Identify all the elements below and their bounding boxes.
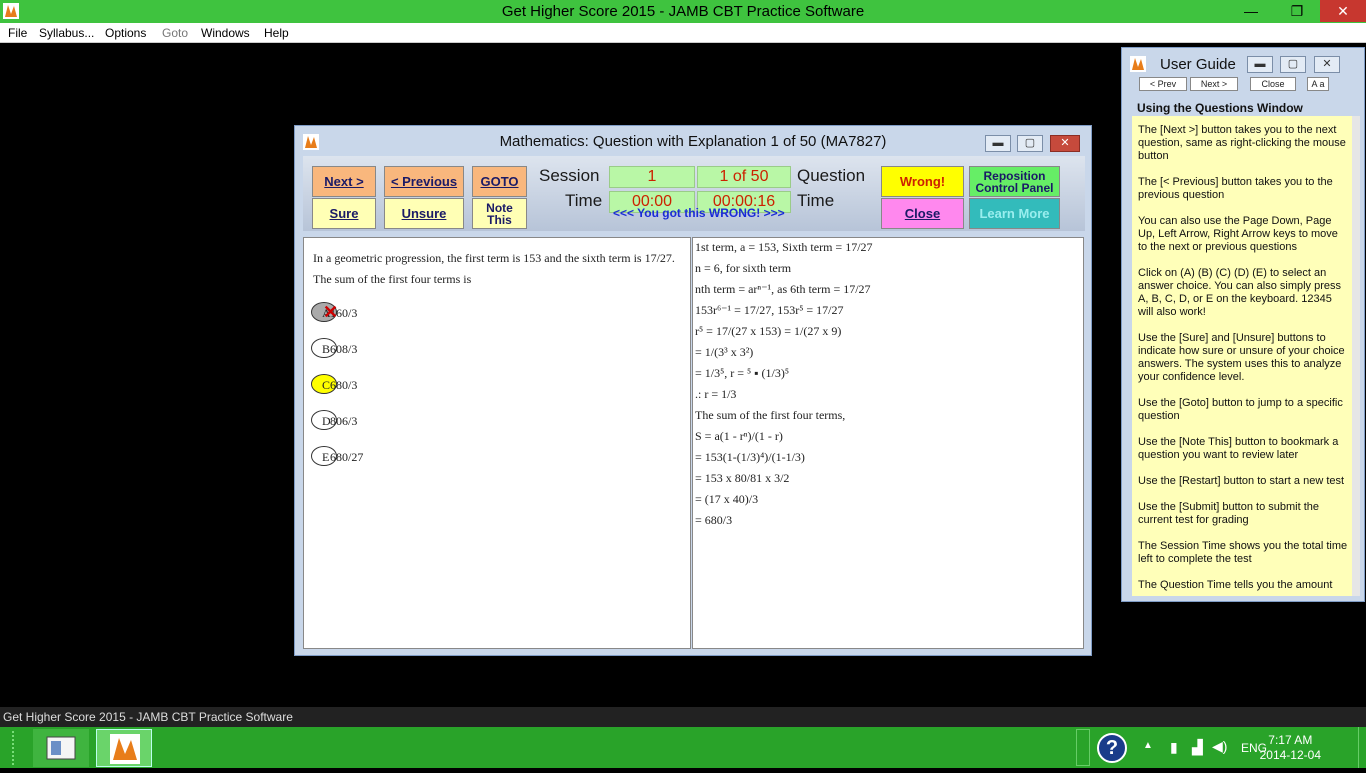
session-time-label: Time: [565, 191, 603, 210]
battery-icon[interactable]: ▮: [1170, 739, 1178, 756]
option-c[interactable]: C 680/3: [311, 374, 357, 394]
guide-paragraph: You can also use the Page Down, Page Up,…: [1138, 215, 1338, 253]
question-pane: In a geometric progression, the first te…: [303, 237, 691, 649]
restore-button[interactable]: ❐: [1274, 0, 1320, 22]
explanation-line: .: r = 1/3: [695, 387, 737, 401]
clock[interactable]: 7:17 AM 2014-12-04: [1260, 733, 1321, 763]
explanation-line: = 680/3: [695, 513, 733, 527]
learn-more-button[interactable]: Learn More: [969, 198, 1060, 229]
close-button[interactable]: Close: [881, 198, 964, 229]
volume-icon[interactable]: ◀): [1212, 738, 1227, 755]
menu-options[interactable]: Options: [105, 26, 146, 40]
explanation-line: r⁵ = 17/(27 x 153) = 1/(27 x 9): [695, 324, 842, 338]
menu-file[interactable]: File: [8, 26, 27, 40]
taskbar-grip-icon: [12, 731, 20, 765]
explanation-line: = 153(1-(1/3)⁴)/(1-1/3): [695, 450, 805, 464]
question-label: Question: [797, 166, 866, 185]
reposition-control-panel-button[interactable]: Reposition Control Panel: [969, 166, 1060, 197]
close-window-button[interactable]: ✕: [1320, 0, 1366, 22]
minimize-icon[interactable]: ▬: [1247, 56, 1273, 73]
app-logo-icon: [110, 734, 140, 764]
explanation-line: S = a(1 - rⁿ)/(1 - r): [695, 429, 783, 443]
guide-paragraph: The Session Time shows you the total tim…: [1138, 540, 1348, 565]
option-a[interactable]: A 160/3 ✕: [311, 302, 357, 322]
explanation-line: nth term = arⁿ⁻¹, as 6th term = 17/27: [695, 282, 871, 296]
unsure-button[interactable]: Unsure: [384, 198, 464, 229]
show-desktop-button[interactable]: [1358, 727, 1366, 768]
menu-windows[interactable]: Windows: [201, 26, 250, 40]
result-message: <<< You got this WRONG! >>>: [613, 206, 785, 220]
question-count: 1 of 50: [697, 166, 791, 188]
guide-paragraph: Use the [Sure] and [Unsure] buttons to i…: [1138, 332, 1345, 383]
guide-paragraph: The [< Previous] button takes you to the…: [1138, 176, 1333, 201]
window-title: Get Higher Score 2015 - JAMB CBT Practic…: [501, 3, 865, 20]
explanation-line: = 1/3⁵, r = ⁵ ▪ (1/3)⁵: [695, 366, 789, 380]
next-button[interactable]: Next >: [312, 166, 376, 197]
guide-heading: Using the Questions Window: [1137, 101, 1303, 115]
close-icon[interactable]: ✕: [1314, 56, 1340, 73]
minimize-button[interactable]: —: [1228, 0, 1274, 22]
explanation-line: The sum of the first four terms,: [695, 408, 846, 422]
menu-syllabus[interactable]: Syllabus...: [39, 26, 94, 40]
user-guide-title: User Guide: [1160, 56, 1236, 73]
taskbar: ? ▲ ▮ ▟ ◀) ENG 7:17 AM 2014-12-04: [0, 727, 1366, 768]
sure-button[interactable]: Sure: [312, 198, 376, 229]
option-d[interactable]: D 806/3: [311, 410, 357, 430]
main-titlebar: Get Higher Score 2015 - JAMB CBT Practic…: [0, 0, 1366, 23]
wrong-mark-icon: ✕: [323, 302, 339, 322]
guide-prev-button[interactable]: < Prev: [1139, 77, 1187, 91]
maximize-icon[interactable]: ▢: [1017, 135, 1043, 152]
question-window: Mathematics: Question with Explanation 1…: [294, 125, 1092, 656]
menu-bar: File Syllabus... Options Goto Windows He…: [0, 23, 1366, 43]
close-icon[interactable]: ✕: [1050, 135, 1080, 152]
clock-time: 7:17 AM: [1268, 733, 1313, 747]
guide-next-button[interactable]: Next >: [1190, 77, 1238, 91]
explanation-line: 1st term, a = 153, Sixth term = 17/27: [695, 240, 873, 254]
guide-paragraph: The Question Time tells you the amount: [1138, 579, 1333, 591]
option-b[interactable]: B 608/3: [311, 338, 357, 358]
app-logo-icon: [1130, 56, 1146, 72]
explanation-line: 153r⁶⁻¹ = 17/27, 153r⁵ = 17/27: [695, 303, 844, 317]
status-strip: Get Higher Score 2015 - JAMB CBT Practic…: [0, 707, 1366, 727]
control-panel: Next > < Previous GOTO Sure Unsure Note …: [303, 156, 1085, 231]
guide-paragraph: The [Next >] button takes you to the nex…: [1138, 124, 1346, 162]
tray-expand-icon[interactable]: ▲: [1143, 740, 1153, 751]
explanation-pane: 1st term, a = 153, Sixth term = 17/27 n …: [692, 237, 1084, 649]
minimize-icon[interactable]: ▬: [985, 135, 1011, 152]
ghs-taskbar-button[interactable]: [96, 729, 152, 767]
user-guide-window: User Guide ▬ ▢ ✕ < Prev Next > Close A a…: [1121, 47, 1365, 602]
menu-goto[interactable]: Goto: [162, 26, 188, 40]
file-explorer-icon: [46, 736, 76, 760]
session-number: 1: [609, 166, 695, 188]
guide-paragraph: Use the [Restart] button to start a new …: [1138, 475, 1345, 487]
question-window-title: Mathematics: Question with Explanation 1…: [499, 133, 887, 150]
clock-date: 2014-12-04: [1259, 748, 1321, 762]
goto-button[interactable]: GOTO: [472, 166, 527, 197]
explorer-taskbar-button[interactable]: [33, 729, 89, 767]
question-time-label: Time: [797, 191, 835, 210]
show-hidden-strip[interactable]: [1076, 729, 1090, 766]
guide-paragraph: Click on (A) (B) (C) (D) (E) to select a…: [1138, 267, 1341, 318]
option-e[interactable]: E 680/27: [311, 446, 363, 466]
guide-scrollbar[interactable]: [1352, 116, 1360, 596]
guide-paragraph: Use the [Goto] button to jump to a speci…: [1138, 397, 1343, 422]
menu-help[interactable]: Help: [264, 26, 289, 40]
maximize-icon[interactable]: ▢: [1280, 56, 1306, 73]
explanation-line: = (17 x 40)/3: [695, 492, 759, 506]
explanation-line: n = 6, for sixth term: [695, 261, 792, 275]
network-icon[interactable]: ▟: [1192, 739, 1203, 756]
question-text: In a geometric progression, the first te…: [313, 251, 675, 286]
explanation-line: = 1/(3³ x 3²): [695, 345, 754, 359]
note-this-button[interactable]: Note This: [472, 198, 527, 229]
help-icon[interactable]: ?: [1097, 733, 1127, 763]
guide-body: The [Next >] button takes you to the nex…: [1132, 116, 1352, 596]
previous-button[interactable]: < Previous: [384, 166, 464, 197]
wrong-button[interactable]: Wrong!: [881, 166, 964, 197]
guide-paragraph: Use the [Note This] button to bookmark a…: [1138, 436, 1339, 461]
explanation-line: = 153 x 80/81 x 3/2: [695, 471, 790, 485]
guide-close-button[interactable]: Close: [1250, 77, 1296, 91]
guide-font-button[interactable]: A a: [1307, 77, 1329, 91]
session-label: Session: [539, 166, 600, 185]
guide-paragraph: Use the [Submit] button to submit the cu…: [1138, 501, 1319, 526]
